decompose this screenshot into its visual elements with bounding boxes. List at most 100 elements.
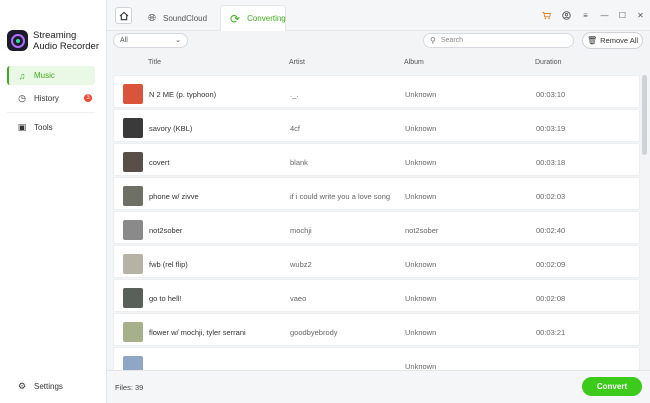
track-artist: 4cf — [290, 124, 301, 133]
tab-converting[interactable]: ⟳ Converting — [220, 5, 286, 31]
track-title: go to hell! — [149, 294, 182, 303]
toolbox-icon: ▣ — [17, 122, 27, 132]
sidebar-item-settings[interactable]: ⚙ Settings — [7, 377, 95, 396]
history-count-badge: 3 — [84, 94, 92, 102]
track-list: N 2 ME (p. typhoon) ._. Unknown 00:03:10… — [113, 72, 648, 370]
track-duration: 00:03:18 — [536, 158, 566, 167]
tab-label: Converting — [247, 14, 286, 23]
track-album: not2sober — [405, 226, 439, 235]
history-icon: ◷ — [18, 93, 26, 103]
sidebar: Streaming Audio Recorder ♫ Music ◷ Histo… — [0, 0, 107, 403]
files-count: Files: 39 — [115, 383, 144, 392]
app-title-line2: Audio Recorder — [33, 41, 100, 52]
minimize-icon[interactable]: — — [599, 10, 610, 21]
filter-select[interactable]: All ⌄ — [113, 33, 188, 48]
remove-all-button[interactable]: 🗑︎ Remove All — [582, 32, 643, 49]
track-artist: blank — [290, 158, 308, 167]
track-thumbnail — [123, 220, 143, 240]
track-album: Unknown — [405, 124, 437, 133]
track-album: Unknown — [405, 294, 437, 303]
track-album: Unknown — [405, 158, 437, 167]
track-title: phone w/ zivve — [149, 192, 199, 201]
track-album: Unknown — [405, 192, 437, 201]
music-note-icon: ♫ — [18, 70, 26, 81]
track-duration: 00:02:08 — [536, 294, 566, 303]
close-icon[interactable]: ✕ — [635, 10, 646, 21]
table-row[interactable]: go to hell! vaeo Unknown 00:02:08 — [113, 279, 640, 312]
search-icon: ⚲ — [430, 36, 436, 45]
track-artist: mochji — [290, 226, 312, 235]
convert-button[interactable]: Convert — [582, 377, 642, 396]
table-row[interactable]: N 2 ME (p. typhoon) ._. Unknown 00:03:10 — [113, 75, 640, 108]
maximize-icon[interactable]: ☐ — [617, 10, 628, 21]
track-artist: wubz2 — [290, 260, 312, 269]
track-album: Unknown — [405, 90, 437, 99]
app-logo-icon — [7, 30, 28, 51]
list-scrollbar[interactable] — [642, 75, 647, 155]
track-album: Unknown — [405, 260, 437, 269]
bottom-bar: Files: 39 Convert — [107, 370, 650, 403]
sidebar-item-tools[interactable]: ▣ Tools — [7, 118, 95, 137]
trash-icon: 🗑︎ — [586, 36, 598, 45]
remove-all-label: Remove All — [600, 36, 639, 45]
search-input[interactable]: ⚲ Search — [423, 33, 574, 48]
track-thumbnail — [123, 84, 143, 104]
sidebar-item-history[interactable]: ◷ History 3 — [7, 89, 95, 108]
track-thumbnail — [123, 118, 143, 138]
column-header-album[interactable]: Album — [404, 59, 424, 66]
tab-soundcloud[interactable]: 🌐︎ SoundCloud — [139, 5, 217, 31]
app-title-line1: Streaming — [33, 30, 77, 41]
menu-icon[interactable]: ≡ — [580, 10, 591, 21]
search-placeholder: Search — [440, 37, 464, 44]
track-title: not2sober — [149, 226, 183, 235]
track-title: covert — [149, 158, 170, 167]
table-row[interactable]: savory (KBL) 4cf Unknown 00:03:19 — [113, 109, 640, 142]
sidebar-divider — [7, 112, 95, 113]
track-album: Unknown — [405, 328, 437, 337]
track-thumbnail — [123, 288, 143, 308]
track-title: savory (KBL) — [149, 124, 193, 133]
track-thumbnail — [123, 186, 143, 206]
track-title: N 2 ME (p. typhoon) — [149, 90, 217, 99]
track-artist: ._. — [290, 90, 299, 99]
home-button[interactable] — [115, 7, 132, 24]
track-duration: 00:02:09 — [536, 260, 566, 269]
table-row[interactable]: phone w/ zivve if i could write you a lo… — [113, 177, 640, 210]
track-duration: 00:02:40 — [536, 226, 566, 235]
globe-icon: 🌐︎ — [148, 12, 156, 24]
track-thumbnail — [123, 322, 143, 342]
sidebar-item-label: Music — [34, 71, 55, 80]
track-title: flower w/ mochji, tyler serrani — [149, 328, 246, 337]
track-duration: 00:03:21 — [536, 328, 566, 337]
tab-label: SoundCloud — [163, 13, 208, 23]
column-header-duration[interactable]: Duration — [535, 59, 561, 66]
track-thumbnail — [123, 152, 143, 172]
track-thumbnail — [123, 356, 143, 370]
track-title: fwb (rel flip) — [149, 260, 188, 269]
sidebar-item-label: Settings — [34, 382, 63, 391]
table-row[interactable]: flower w/ mochji, tyler serrani goodbyeb… — [113, 313, 640, 346]
track-duration: 00:02:03 — [536, 192, 566, 201]
track-artist: goodbyebrody — [290, 328, 338, 337]
sidebar-item-label: History — [34, 94, 59, 103]
table-row[interactable]: not2sober mochji not2sober 00:02:40 — [113, 211, 640, 244]
table-header: Title Artist Album Duration — [113, 55, 648, 72]
track-artist: if i could write you a love song — [290, 192, 391, 201]
track-thumbnail — [123, 254, 143, 274]
home-icon — [119, 11, 128, 20]
column-header-artist[interactable]: Artist — [289, 59, 305, 66]
table-row[interactable]: fwb (rel flip) wubz2 Unknown 00:02:09 — [113, 245, 640, 278]
track-duration: 00:03:19 — [536, 124, 566, 133]
chevron-down-icon: ⌄ — [175, 37, 181, 44]
track-duration: 00:03:10 — [536, 90, 566, 99]
table-row[interactable]: covert blank Unknown 00:03:18 — [113, 143, 640, 176]
account-icon[interactable] — [561, 10, 572, 21]
cart-icon[interactable] — [541, 10, 552, 21]
track-artist: vaeo — [290, 294, 307, 303]
column-header-title[interactable]: Title — [148, 59, 161, 66]
gear-icon: ⚙ — [17, 381, 27, 391]
table-row[interactable]: Unknown — [113, 347, 640, 370]
top-bar: 🌐︎ SoundCloud ⟳ Converting ≡ — ☐ ✕ — [107, 0, 650, 31]
sidebar-item-music[interactable]: ♫ Music — [7, 66, 95, 85]
track-album: Unknown — [405, 362, 437, 370]
